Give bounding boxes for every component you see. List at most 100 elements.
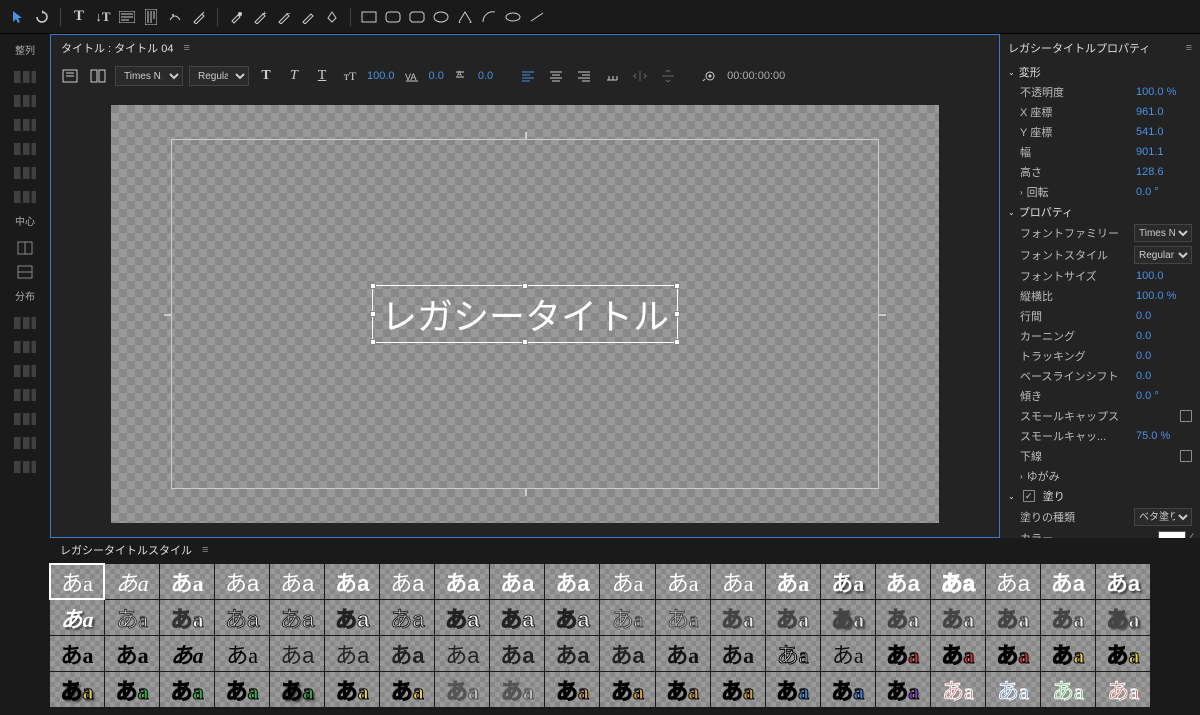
vertical-type-tool-icon[interactable]: ↓T [93,7,113,27]
style-swatch[interactable]: あa [656,600,710,635]
style-swatch[interactable]: あa [160,672,214,707]
oval-tool-icon[interactable] [503,7,523,27]
style-swatch[interactable]: あa [380,600,434,635]
center-v-button[interactable] [4,264,46,280]
panel-menu-icon[interactable]: ≡ [1186,42,1192,54]
style-swatch[interactable]: あa [711,636,765,671]
style-swatch[interactable]: あa [986,600,1040,635]
style-swatch[interactable]: あa [711,564,765,599]
style-swatch[interactable]: あa [435,636,489,671]
style-swatch[interactable]: あa [600,600,654,635]
align-button[interactable] [4,93,46,109]
width-value[interactable]: 901.1 [1136,146,1192,158]
style-swatch[interactable]: あa [711,600,765,635]
style-swatch[interactable]: あa [931,672,985,707]
style-swatch[interactable]: あa [1096,636,1150,671]
style-swatch[interactable]: あa [270,636,324,671]
style-swatch[interactable]: あa [986,636,1040,671]
style-swatch[interactable]: あa [160,600,214,635]
style-swatch[interactable]: あa [380,636,434,671]
style-swatch[interactable]: あa [711,672,765,707]
nib-tool-icon[interactable] [322,7,342,27]
x-value[interactable]: 961.0 [1136,106,1192,118]
tracking-value[interactable]: 0.0 [1136,350,1192,362]
bold-button-icon[interactable]: T [255,66,277,86]
fill-group-header[interactable]: ⌄塗り [1008,486,1192,506]
area-type-tool-icon[interactable] [117,7,137,27]
style-swatch[interactable]: あa [435,600,489,635]
distribute-button[interactable] [4,363,46,379]
style-swatch[interactable]: あa [1041,564,1095,599]
center-h-button[interactable] [4,240,46,256]
distribute-button[interactable] [4,339,46,355]
kerning-value[interactable]: 0.0 [1136,330,1192,342]
rotate-tool-icon[interactable] [32,7,52,27]
style-swatch[interactable]: あa [766,672,820,707]
style-swatch[interactable]: あa [435,672,489,707]
style-swatch[interactable]: あa [821,564,875,599]
font-size-value[interactable]: 100.0 [1136,270,1192,282]
font-style-select[interactable]: Regular [1134,246,1192,264]
templates-button-icon[interactable] [59,66,81,86]
transform-group-header[interactable]: ⌄変形 [1008,62,1192,82]
style-swatch[interactable]: あa [1096,564,1150,599]
style-swatch[interactable]: あa [600,636,654,671]
canvas[interactable]: レガシータイトル [111,105,939,523]
align-left-icon[interactable] [517,66,539,86]
style-swatch[interactable]: あa [215,600,269,635]
distribute-button[interactable] [4,411,46,427]
align-button[interactable] [4,141,46,157]
style-swatch[interactable]: あa [325,636,379,671]
style-swatch[interactable]: あa [325,600,379,635]
style-swatch[interactable]: あa [600,672,654,707]
style-swatch[interactable]: あa [50,564,104,599]
style-swatch[interactable]: あa [545,564,599,599]
smallcaps-checkbox[interactable] [1180,410,1192,422]
align-button[interactable] [4,165,46,181]
style-swatch[interactable]: あa [1041,600,1095,635]
distribute-button[interactable] [4,459,46,475]
style-swatch[interactable]: あa [821,672,875,707]
title-text[interactable]: レガシータイトル [381,297,669,337]
style-swatch[interactable]: あa [490,564,544,599]
baseline-value[interactable]: 0.0 [1136,370,1192,382]
style-swatch[interactable]: あa [325,564,379,599]
font-size-value[interactable]: 100.0 [367,70,395,82]
style-swatch[interactable]: あa [545,672,599,707]
type-tool-icon[interactable]: T [69,7,89,27]
distribute-button[interactable] [4,387,46,403]
style-swatch[interactable]: あa [105,600,159,635]
style-swatch[interactable]: あa [215,672,269,707]
leading-value[interactable]: 0.0 [1136,310,1192,322]
style-swatch[interactable]: あa [270,564,324,599]
style-swatch[interactable]: あa [105,672,159,707]
align-button[interactable] [4,189,46,205]
style-swatch[interactable]: あa [1041,672,1095,707]
style-swatch[interactable]: あa [876,672,930,707]
style-swatch[interactable]: あa [986,564,1040,599]
style-swatch[interactable]: あa [821,600,875,635]
distribute-v-icon[interactable] [657,66,679,86]
show-video-icon[interactable] [699,66,721,86]
style-swatch[interactable]: あa [105,564,159,599]
style-swatch[interactable]: あa [270,672,324,707]
style-swatch[interactable]: あa [1096,672,1150,707]
style-swatch[interactable]: あa [656,672,710,707]
distribute-h-icon[interactable] [629,66,651,86]
underline-checkbox[interactable] [1180,450,1192,462]
underline-button-icon[interactable]: T [311,66,333,86]
italic-button-icon[interactable]: T [283,66,305,86]
arc-tool-icon[interactable] [479,7,499,27]
pen-tool-icon[interactable] [189,7,209,27]
style-swatch[interactable]: あa [380,564,434,599]
style-swatch[interactable]: あa [380,672,434,707]
style-swatch[interactable]: あa [215,564,269,599]
style-swatch[interactable]: あa [325,672,379,707]
title-text-selection[interactable]: レガシータイトル [372,285,678,343]
rectangle-tool-icon[interactable] [359,7,379,27]
align-center-icon[interactable] [545,66,567,86]
style-swatch[interactable]: あa [490,600,544,635]
style-swatch[interactable]: あa [160,564,214,599]
slant-value[interactable]: 0.0 ° [1136,390,1192,402]
path-type-tool-icon[interactable] [165,7,185,27]
